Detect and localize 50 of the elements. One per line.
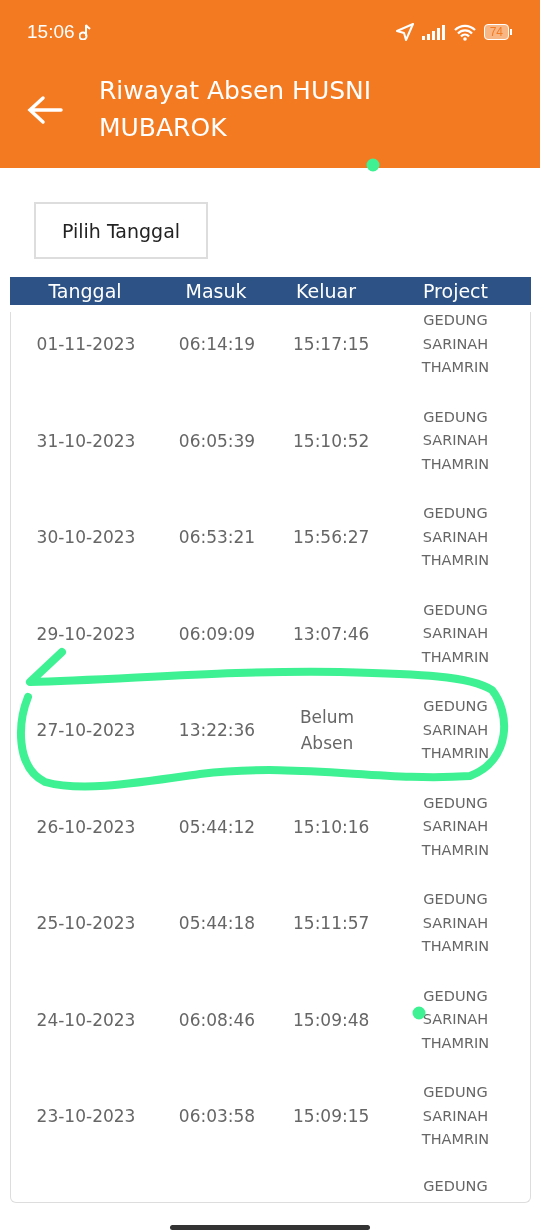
- signal-icon: [421, 24, 446, 41]
- check-in-cell-text: 06:14:19: [177, 333, 257, 357]
- wifi-icon: [453, 23, 476, 41]
- check-in-cell-text: 06:53:21: [177, 526, 257, 550]
- page-title: Riwayat Absen HUSNI MUBAROK: [99, 75, 373, 145]
- date-cell-text: 29-10-2023: [35, 622, 137, 646]
- status-time: 15:06: [27, 21, 75, 44]
- music-note-icon: [78, 24, 91, 41]
- battery-icon: 74: [483, 24, 512, 41]
- check-out-cell-text: 15:09:15: [292, 1105, 371, 1129]
- project-cell-text: GEDUNG SARINAH THAMRIN: [420, 986, 491, 1053]
- check-out-cell-text: 15:09:48: [292, 1008, 371, 1032]
- check-out-cell-text: 15:11:57: [292, 912, 371, 936]
- date-cell-text: 23-10-2023: [35, 1105, 137, 1129]
- project-cell-text: GEDUNG SARINAH THAMRIN: [420, 890, 491, 956]
- check-out-cell-text: 13:07:46: [292, 622, 371, 646]
- date-cell-text: 25-10-2023: [35, 912, 137, 936]
- pick-date-button[interactable]: Pilih Tanggal: [34, 202, 208, 259]
- date-cell-text: 24-10-2023: [35, 1008, 137, 1032]
- date-cell-text: 01-11-2023: [35, 333, 137, 357]
- project-cell-text: GEDUNG SARINAH THAMRIN: [420, 600, 491, 667]
- project-cell-text: GEDUNG SARINAH THAMRIN: [420, 407, 491, 474]
- back-button[interactable]: [27, 95, 63, 126]
- project-cell-text: GEDUNG SARINAH THAMRIN: [420, 697, 491, 763]
- project-cell-text: GEDUNG: [422, 1176, 489, 1196]
- check-in-cell-text: 06:03:58: [177, 1105, 257, 1129]
- project-cell-text: GEDUNG SARINAH THAMRIN: [420, 312, 491, 377]
- project-cell-text: GEDUNG SARINAH THAMRIN: [420, 793, 491, 860]
- check-out-cell-text: 15:10:52: [292, 429, 371, 453]
- project-cell-text: GEDUNG SARINAH THAMRIN: [420, 504, 491, 570]
- column-header: Keluar: [295, 279, 357, 304]
- check-in-cell-text: 05:44:18: [177, 912, 257, 936]
- date-cell-text: 27-10-2023: [35, 719, 137, 743]
- check-in-cell-text: 06:09:09: [177, 622, 257, 646]
- check-out-cell-text: 15:56:27: [292, 526, 371, 550]
- column-header: Tanggal: [47, 279, 123, 304]
- check-in-cell-text: 13:22:36: [177, 719, 257, 743]
- check-out-cell-text: Belum Absen: [298, 706, 356, 756]
- check-in-cell-text: 06:05:39: [177, 429, 257, 453]
- navigation-icon: [395, 23, 414, 42]
- column-header: Project: [422, 279, 489, 304]
- project-cell-text: GEDUNG SARINAH THAMRIN: [420, 1083, 491, 1149]
- date-cell-text: 30-10-2023: [35, 526, 137, 550]
- check-in-cell-text: 06:08:46: [177, 1008, 257, 1032]
- check-in-cell-text: 05:44:12: [177, 815, 257, 839]
- date-cell-text: 26-10-2023: [35, 815, 137, 839]
- date-cell-text: 31-10-2023: [35, 429, 137, 453]
- check-out-cell-text: 15:17:15: [292, 333, 371, 357]
- column-header: Masuk: [184, 279, 248, 304]
- check-out-cell-text: 15:10:16: [292, 815, 371, 839]
